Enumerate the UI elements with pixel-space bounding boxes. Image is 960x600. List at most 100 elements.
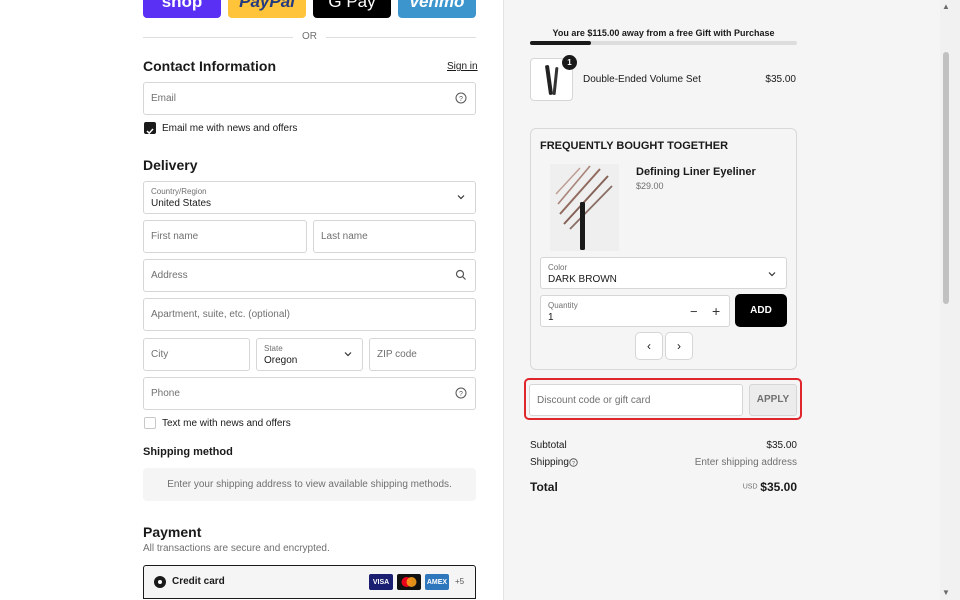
mastercard-circles [401, 577, 417, 587]
currency-code: USD [742, 483, 758, 491]
shop-pay-button[interactable]: shop [143, 0, 221, 18]
email-field[interactable]: Email ? [143, 82, 476, 115]
checkout-page: shop PayPal G Pay venmo OR Contact Infor… [0, 0, 960, 600]
country-select[interactable]: Country/Region United States [143, 181, 476, 214]
amex-icon: AMEX [425, 574, 449, 590]
state-select[interactable]: State Oregon [256, 338, 363, 371]
venmo-button[interactable]: venmo [398, 0, 476, 18]
total-value: $35.00 [760, 480, 797, 494]
shipping-method-notice: Enter your shipping address to view avai… [143, 468, 476, 501]
fbt-next-button[interactable]: › [665, 332, 693, 360]
city-field[interactable]: City [143, 338, 250, 371]
total-row: Total USD $35.00 [530, 480, 797, 496]
shipping-value: Enter shipping address [694, 457, 797, 468]
chevron-right-icon: › [677, 339, 681, 353]
contact-title: Contact Information [143, 58, 276, 74]
mastercard-icon [397, 574, 421, 590]
visa-text: VISA [372, 578, 390, 586]
scroll-up-icon[interactable]: ▲ [942, 2, 950, 11]
payment-subtitle: All transactions are secure and encrypte… [143, 543, 330, 554]
fbt-quantity-stepper[interactable]: Quantity 1 − + [540, 295, 730, 327]
svg-text:?: ? [459, 96, 463, 103]
country-label: Country/Region [151, 187, 207, 196]
phone-field[interactable]: Phone ? [143, 377, 476, 410]
fbt-color-label: Color [548, 263, 568, 272]
state-value: Oregon [264, 355, 298, 366]
first-name-field[interactable]: First name [143, 220, 307, 253]
gift-progress-message: You are $115.00 away from a free Gift wi… [552, 28, 775, 38]
gift-progress-bar [530, 41, 797, 45]
apply-discount-button[interactable]: APPLY [749, 384, 797, 416]
help-circle-icon[interactable]: ? [455, 92, 467, 104]
amex-text: AMEX [426, 578, 448, 586]
paypal-button[interactable]: PayPal [228, 0, 306, 18]
discount-code-placeholder: Discount code or gift card [537, 395, 651, 406]
visa-icon: VISA [369, 574, 393, 590]
eyeliner-swatch [555, 165, 613, 250]
more-cards-count: +5 [455, 577, 465, 586]
minus-icon[interactable]: − [690, 304, 698, 319]
checkmark-icon [146, 128, 154, 135]
address-placeholder: Address [151, 270, 188, 281]
last-name-placeholder: Last name [321, 231, 368, 242]
search-icon [455, 269, 466, 280]
google-pay-button[interactable]: G Pay [313, 0, 391, 18]
zip-field[interactable]: ZIP code [369, 338, 476, 371]
credit-card-option[interactable]: Credit card VISA AMEX +5 [143, 565, 476, 599]
text-opt-in-checkbox[interactable] [144, 417, 156, 429]
shipping-label: Shipping [530, 457, 569, 468]
scrollbar-thumb[interactable] [943, 52, 949, 304]
address-field[interactable]: Address [143, 259, 476, 292]
fbt-color-select[interactable]: Color DARK BROWN [540, 257, 787, 289]
subtotal-value: $35.00 [766, 440, 797, 451]
fbt-product-price: $29.00 [636, 181, 664, 191]
shop-pay-label: shop [161, 0, 203, 11]
fbt-quantity-label: Quantity [548, 301, 578, 310]
first-name-placeholder: First name [151, 231, 199, 242]
chevron-down-icon [457, 195, 465, 200]
fbt-add-button[interactable]: ADD [735, 294, 787, 327]
scroll-down-icon[interactable]: ▼ [942, 588, 950, 597]
or-label: OR [302, 31, 317, 42]
fbt-product-name[interactable]: Defining Liner Eyeliner [636, 166, 756, 178]
payment-title: Payment [143, 524, 202, 540]
chevron-down-icon [768, 272, 776, 277]
apartment-field[interactable]: Apartment, suite, etc. (optional) [143, 298, 476, 331]
venmo-label: venmo [409, 0, 465, 11]
svg-text:?: ? [459, 391, 463, 398]
chevron-left-icon: ‹ [647, 339, 651, 353]
fbt-prev-button[interactable]: ‹ [635, 332, 663, 360]
email-placeholder: Email [151, 93, 177, 104]
last-name-field[interactable]: Last name [313, 220, 476, 253]
or-divider: OR [143, 31, 476, 43]
discount-code-input[interactable]: Discount code or gift card [529, 384, 743, 416]
subtotal-label: Subtotal [530, 440, 567, 451]
frequently-bought-together-panel: FREQUENTLY BOUGHT TOGETHER Defining Line… [530, 128, 797, 370]
fbt-quantity-value: 1 [548, 312, 554, 323]
help-circle-icon[interactable]: ? [455, 387, 467, 399]
credit-card-radio[interactable] [154, 576, 166, 588]
plus-icon[interactable]: + [712, 303, 720, 319]
apartment-placeholder: Apartment, suite, etc. (optional) [151, 309, 290, 320]
svg-text:?: ? [572, 461, 575, 467]
cart-item-price: $35.00 [765, 74, 796, 85]
google-pay-label: G Pay [328, 0, 376, 11]
chevron-down-icon [344, 352, 352, 357]
sign-in-link[interactable]: Sign in [447, 61, 478, 72]
help-circle-icon[interactable]: ? [569, 458, 578, 467]
email-opt-in-checkbox[interactable] [144, 122, 156, 135]
phone-placeholder: Phone [151, 388, 180, 399]
email-opt-in-label: Email me with news and offers [162, 123, 298, 134]
checkout-form-column: shop PayPal G Pay venmo OR Contact Infor… [0, 0, 503, 600]
state-label: State [264, 344, 283, 353]
cart-item-quantity-badge: 1 [562, 55, 577, 70]
subtotal-row: Subtotal $35.00 [530, 440, 797, 451]
fbt-color-value: DARK BROWN [548, 274, 617, 285]
gift-progress-fill [530, 41, 592, 45]
fbt-title: FREQUENTLY BOUGHT TOGETHER [540, 140, 729, 152]
paypal-label: PayPal [239, 0, 295, 11]
page-scrollbar[interactable]: ▲ ▼ [940, 0, 960, 600]
shipping-row: Shipping ? Enter shipping address [530, 457, 797, 468]
total-amount: USD $35.00 [743, 480, 797, 494]
city-placeholder: City [151, 349, 169, 360]
